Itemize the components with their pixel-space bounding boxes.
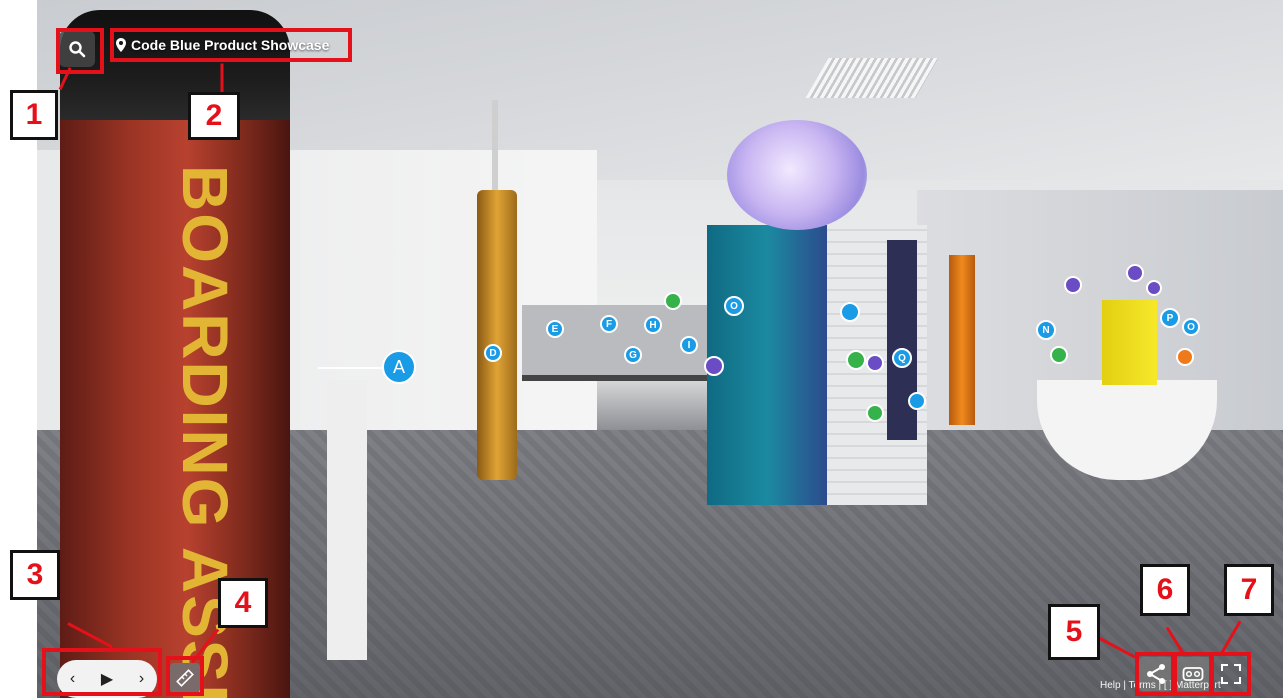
hotspot-o-left[interactable]: O bbox=[724, 296, 744, 316]
hotspot-d[interactable]: D bbox=[484, 344, 502, 362]
blue-kiosk bbox=[707, 225, 827, 505]
hotspot-green-1[interactable] bbox=[664, 292, 682, 310]
hotspot-o-right[interactable]: O bbox=[1182, 318, 1200, 336]
hotspot-link-5[interactable] bbox=[1146, 280, 1162, 296]
callout-box-fullscreen bbox=[1210, 652, 1251, 696]
hotspot-tablet[interactable] bbox=[840, 302, 860, 322]
callout-number-6: 6 bbox=[1140, 564, 1190, 616]
hotspot-link-4[interactable] bbox=[1126, 264, 1144, 282]
hotspot-orange[interactable] bbox=[1176, 348, 1194, 366]
tour-viewer: BOARDING ASSI A D E F G H I O Q N P O Co… bbox=[0, 0, 1283, 698]
camera-pole bbox=[492, 100, 498, 195]
hotspot-e[interactable]: E bbox=[546, 320, 564, 338]
callout-box-search bbox=[56, 28, 104, 74]
callout-number-7: 7 bbox=[1224, 564, 1274, 616]
hotspot-g[interactable]: G bbox=[624, 346, 642, 364]
hotspot-n[interactable]: N bbox=[1036, 320, 1056, 340]
orange-tower-right bbox=[949, 255, 975, 425]
hotspot-link-3[interactable] bbox=[1064, 276, 1082, 294]
hotspot-green-3[interactable] bbox=[866, 404, 884, 422]
yellow-phone-booth bbox=[1102, 300, 1157, 385]
cloud-display bbox=[727, 120, 867, 230]
callout-box-navigation bbox=[42, 648, 162, 696]
callout-box-vr bbox=[1173, 652, 1213, 696]
callout-box-share bbox=[1135, 652, 1175, 696]
hotspot-green-2[interactable] bbox=[846, 350, 866, 370]
hotspot-a[interactable]: A bbox=[382, 350, 416, 384]
solar-tower bbox=[887, 240, 917, 440]
callout-number-4: 4 bbox=[218, 578, 268, 628]
callout-box-measure bbox=[166, 656, 204, 696]
hotspot-h[interactable]: H bbox=[644, 316, 662, 334]
hotspot-link-1[interactable] bbox=[704, 356, 724, 376]
ceiling-light bbox=[805, 58, 939, 98]
hotspot-i[interactable]: I bbox=[680, 336, 698, 354]
callout-line-2 bbox=[220, 63, 224, 96]
hotspot-green-4[interactable] bbox=[1050, 346, 1068, 364]
hotspot-f[interactable]: F bbox=[600, 315, 618, 333]
orange-call-tower bbox=[477, 190, 517, 480]
hotspot-link-2[interactable] bbox=[866, 354, 884, 372]
hotspot-q[interactable]: Q bbox=[892, 348, 912, 368]
callout-number-2: 2 bbox=[188, 92, 240, 140]
callout-number-1: 1 bbox=[10, 90, 58, 140]
hotspot-leader bbox=[318, 367, 382, 369]
hotspot-p[interactable]: P bbox=[1160, 308, 1180, 328]
callout-number-3: 3 bbox=[10, 550, 60, 600]
hotspot-sensor[interactable] bbox=[908, 392, 926, 410]
callout-number-5: 5 bbox=[1048, 604, 1100, 660]
white-counter bbox=[327, 380, 367, 660]
callout-box-title bbox=[110, 28, 352, 62]
